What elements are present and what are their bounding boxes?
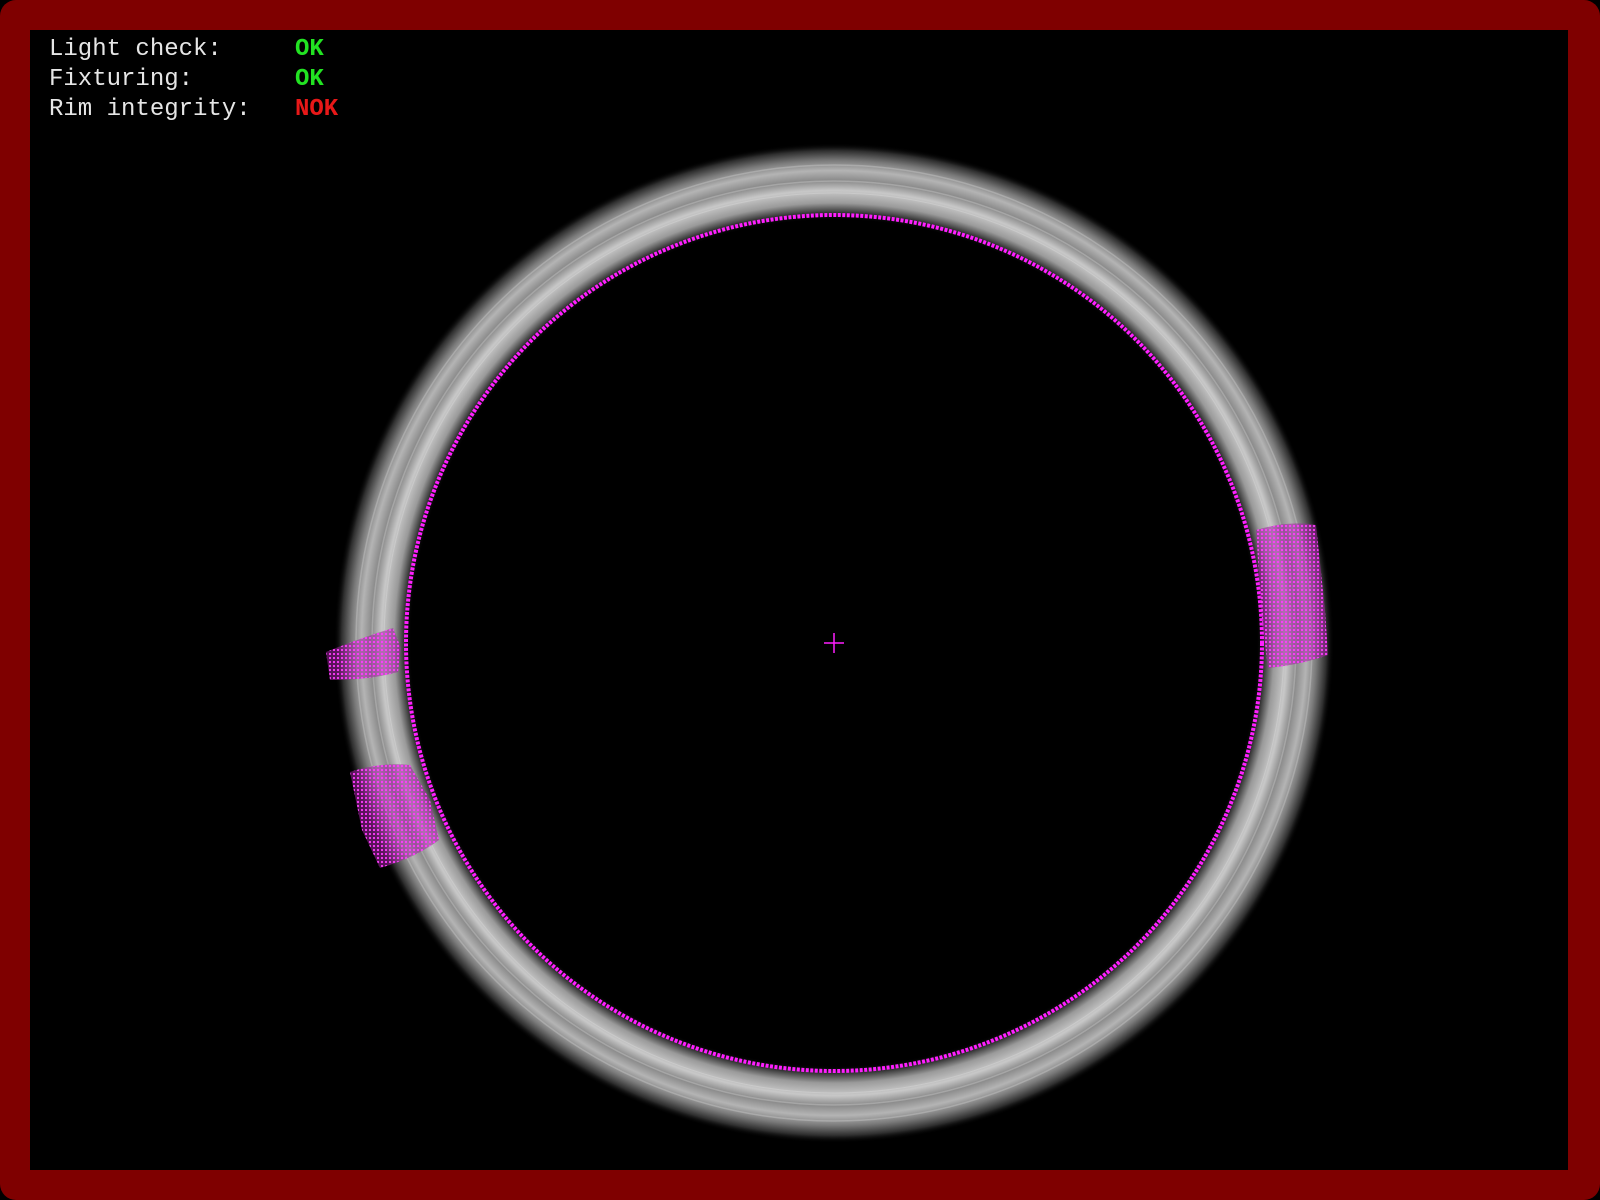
defect-region-right[interactable] bbox=[1256, 523, 1328, 668]
status-label: Rim integrity: bbox=[49, 96, 251, 123]
status-label: Fixturing: bbox=[49, 66, 194, 93]
status-row-light-check: Light check: OK bbox=[49, 35, 338, 65]
inspection-overlay bbox=[326, 143, 1334, 1143]
status-row-rim-integrity: Rim integrity: NOK bbox=[49, 95, 338, 125]
status-row-fixturing: Fixturing: OK bbox=[49, 65, 338, 95]
status-panel: Light check: OK Fixturing: OK Rim integr… bbox=[49, 35, 338, 125]
status-label: Light check: bbox=[49, 36, 222, 63]
status-value-nok: NOK bbox=[295, 96, 339, 123]
status-value-ok: OK bbox=[295, 36, 324, 63]
status-value-ok: OK bbox=[295, 66, 324, 93]
camera-viewport: Light check: OK Fixturing: OK Rim integr… bbox=[30, 30, 1568, 1170]
inspection-frame: Light check: OK Fixturing: OK Rim integr… bbox=[0, 0, 1600, 1200]
